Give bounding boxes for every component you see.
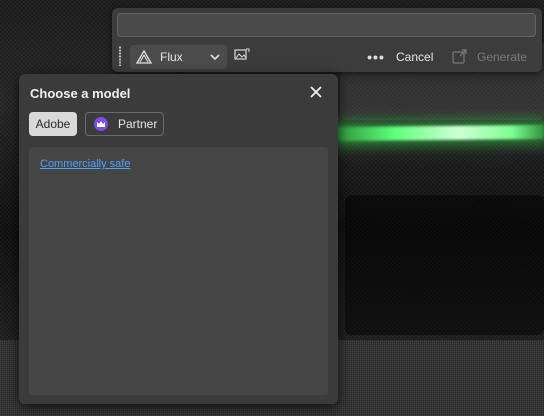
commercially-safe-link[interactable]: Commercially safe [40, 158, 130, 170]
cancel-button[interactable]: Cancel [396, 47, 433, 67]
image-reference-icon [234, 48, 250, 67]
tab-adobe[interactable]: Adobe [29, 112, 77, 136]
popover-title: Choose a model [30, 86, 131, 101]
model-list: Commercially safe [29, 147, 328, 395]
tab-partner[interactable]: Partner [85, 112, 164, 136]
model-dropdown[interactable]: Flux [130, 45, 227, 69]
drag-handle[interactable] [118, 46, 122, 66]
close-button[interactable] [308, 86, 324, 102]
prompt-bar: Flux ••• Cancel Generate [112, 8, 542, 72]
generate-button[interactable]: Generate [452, 46, 527, 68]
chevron-down-icon [209, 51, 221, 63]
prompt-input[interactable] [117, 13, 536, 37]
model-picker-popover: Choose a model Adobe Partner Commerciall… [19, 74, 338, 404]
generate-icon [452, 48, 468, 67]
image-reference-button[interactable] [232, 47, 252, 67]
more-options-button[interactable]: ••• [365, 47, 387, 67]
crown-icon [94, 117, 108, 131]
generate-label: Generate [477, 50, 528, 64]
close-icon [310, 85, 322, 103]
model-dropdown-label: Flux [160, 50, 183, 64]
flux-triangle-icon [136, 50, 152, 64]
bg-shape [345, 195, 544, 335]
tab-partner-label: Partner [118, 117, 158, 131]
green-light-strip [330, 124, 544, 142]
